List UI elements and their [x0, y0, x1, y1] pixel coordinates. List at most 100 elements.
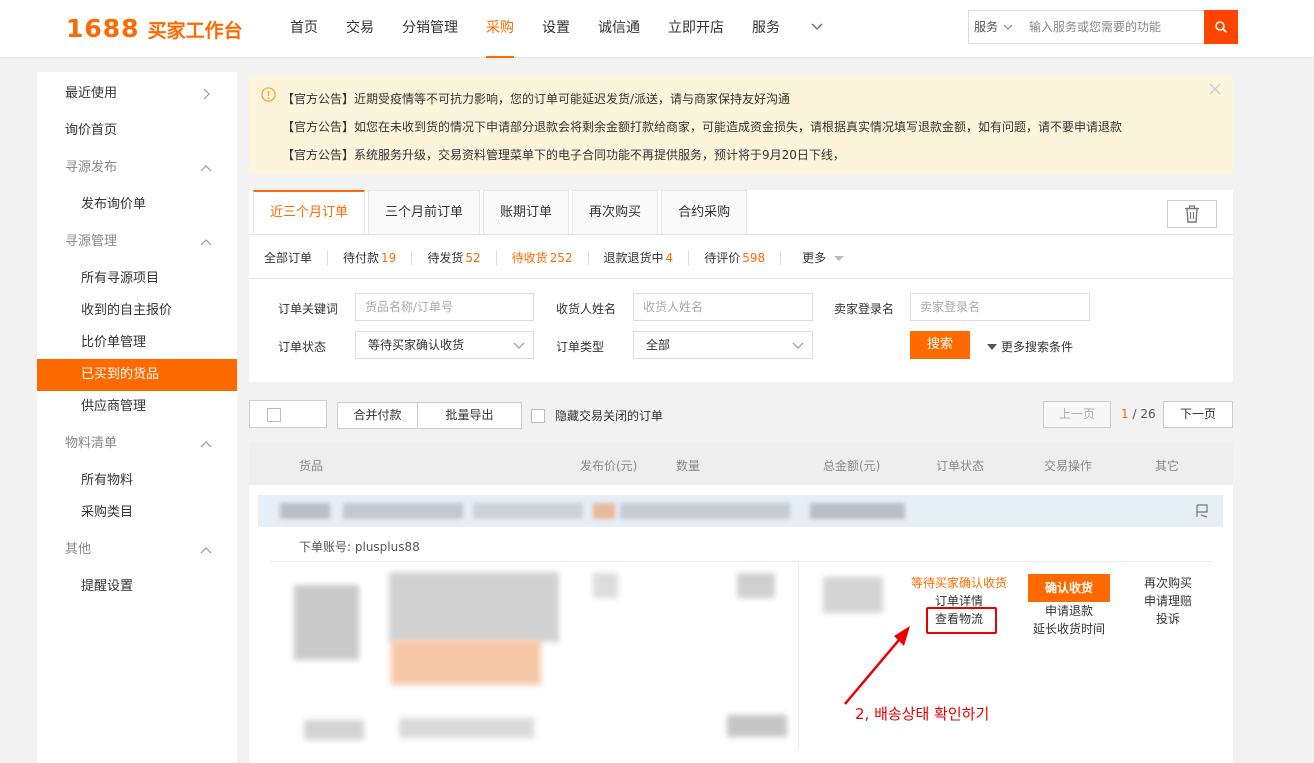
sidebar-group-sourcing-publish[interactable]: 寻源发布: [37, 152, 237, 184]
receiver-input[interactable]: [633, 293, 813, 321]
rebuy-link[interactable]: 再次购买: [1129, 574, 1207, 592]
sidebar-item-compare[interactable]: 比价单管理: [37, 327, 237, 359]
status-label: 全部订单: [264, 251, 313, 265]
order-type-value: 全部: [646, 338, 671, 352]
column-header: 交易操作: [1044, 459, 1093, 473]
product-title[interactable]: [389, 572, 559, 642]
status-refunding[interactable]: 退款退货中 4: [589, 251, 690, 265]
batch-export-button[interactable]: 批量导出: [417, 402, 522, 429]
nav-services[interactable]: 服务: [738, 0, 794, 58]
sidebar-item-recent[interactable]: 最近使用: [37, 78, 237, 110]
account-label: 下单账号:: [299, 540, 352, 554]
nav-open-store[interactable]: 立即开店: [654, 0, 738, 58]
confirm-receipt-button[interactable]: 确认收货: [1028, 574, 1110, 602]
search-button[interactable]: [1204, 10, 1238, 44]
column-header: 总金额(元): [823, 459, 881, 473]
merge-pay-button[interactable]: 合并付款: [337, 402, 418, 429]
sidebar-group-sourcing-manage[interactable]: 寻源管理: [37, 226, 237, 258]
order-filter-panel: 近三个月订单 三个月前订单 账期订单 再次购买 合约采购 全部订单 待付款 19 …: [249, 190, 1233, 382]
sidebar: 最近使用 询价首页 寻源发布 发布询价单 寻源管理 所有寻源项目 收到的自主报价…: [37, 72, 237, 763]
sidebar-item-label: 比价单管理: [81, 335, 147, 350]
sidebar-item-suppliers[interactable]: 供应商管理: [37, 391, 237, 423]
order-status-text: 等待买家确认收货: [910, 576, 1007, 590]
nav-distribution[interactable]: 分销管理: [388, 0, 472, 58]
hide-closed-label: 隐藏交易关闭的订单: [555, 409, 664, 423]
keyword-input[interactable]: [355, 293, 534, 321]
sidebar-item-purchased-goods[interactable]: 已买到的货品: [37, 359, 237, 391]
tab-contract-purchase[interactable]: 合约采购: [661, 190, 748, 234]
more-conditions-toggle[interactable]: 更多搜索条件: [987, 338, 1073, 355]
table-header: 货品 发布价(元) 数量 总金额(元) 订单状态 交易操作 其它: [249, 443, 1233, 485]
sidebar-item-purchase-categories[interactable]: 采购类目: [37, 497, 237, 529]
order-status-value: 等待买家确认收货: [368, 338, 465, 352]
extend-receipt-link[interactable]: 延长收货时间: [1019, 620, 1119, 638]
order-tabs: 近三个月订单 三个月前订单 账期订单 再次购买 合约采购: [253, 190, 748, 234]
sidebar-item-all-sourcing[interactable]: 所有寻源项目: [37, 263, 237, 295]
seller-input[interactable]: [910, 293, 1090, 321]
redacted-amount: [823, 577, 883, 613]
view-logistics-link[interactable]: 查看物流: [908, 610, 1010, 628]
status-pending-review[interactable]: 待评价 598: [689, 251, 782, 265]
logo[interactable]: 1688 买家工作台: [66, 14, 243, 43]
announcement-line: 【官方公告】系统服务升级，交易资料管理菜单下的电子合同功能不再提供服务，预计将于…: [282, 148, 845, 162]
search-scope-select[interactable]: 服务: [969, 11, 1025, 43]
nav-home[interactable]: 首页: [276, 0, 332, 58]
status-count: 252: [549, 251, 573, 265]
chevron-down-icon[interactable]: [810, 20, 824, 34]
caret-down-icon: [834, 256, 845, 261]
sidebar-item-label: 采购类目: [81, 505, 134, 520]
order-type-select[interactable]: 全部: [633, 331, 813, 359]
sidebar-item-all-materials[interactable]: 所有物料: [37, 465, 237, 497]
sidebar-item-received-quotes[interactable]: 收到的自主报价: [37, 295, 237, 327]
status-label: 待发货: [427, 251, 464, 265]
recycle-bin-button[interactable]: [1167, 200, 1217, 228]
keyword-label: 订单关键词: [278, 302, 339, 316]
nav-purchase[interactable]: 采购: [472, 0, 528, 58]
nav-trade[interactable]: 交易: [332, 0, 388, 58]
order-detail-link[interactable]: 订单详情: [908, 592, 1010, 610]
search-input[interactable]: [1025, 11, 1204, 43]
sidebar-group-materials[interactable]: 物料清单: [37, 428, 237, 460]
flag-icon[interactable]: [1195, 504, 1209, 518]
other-operations: 再次购买 申请理赔 投诉: [1129, 574, 1207, 628]
sidebar-item-reminder-settings[interactable]: 提醒设置: [37, 571, 237, 603]
redacted-text: [343, 503, 463, 519]
tab-rebuy[interactable]: 再次购买: [572, 190, 659, 234]
sidebar-item-publish-inquiry[interactable]: 发布询价单: [37, 189, 237, 221]
status-label: 退款退货中: [603, 251, 664, 265]
column-header: 其它: [1155, 459, 1180, 473]
product-thumbnail[interactable]: [294, 585, 359, 660]
next-page-button[interactable]: 下一页: [1163, 401, 1233, 428]
complain-link[interactable]: 投诉: [1129, 610, 1207, 628]
close-icon[interactable]: [1209, 83, 1221, 95]
current-page: 1: [1121, 407, 1129, 421]
divider: [269, 561, 1213, 562]
order-status-select[interactable]: 等待买家确认收货: [355, 331, 534, 359]
hide-closed-checkbox[interactable]: 隐藏交易关闭的订单: [531, 407, 663, 424]
tab-older-orders[interactable]: 三个月前订单: [368, 190, 481, 234]
search-orders-button[interactable]: 搜索: [910, 331, 970, 359]
status-count: 598: [742, 251, 766, 265]
sidebar-group-other[interactable]: 其他: [37, 534, 237, 566]
select-all-checkbox[interactable]: [249, 400, 327, 428]
search-bar: 服务: [968, 10, 1238, 44]
status-pending-receipt[interactable]: 待收货 252: [497, 251, 589, 265]
tab-recent-3-months[interactable]: 近三个月订单: [253, 190, 366, 234]
sidebar-item-label: 所有寻源项目: [81, 271, 160, 286]
sidebar-item-inquiry-home[interactable]: 询价首页: [37, 115, 237, 147]
apply-refund-link[interactable]: 申请退款: [1019, 602, 1119, 620]
redacted-quantity: [737, 573, 775, 598]
tab-credit-orders[interactable]: 账期订单: [483, 190, 570, 234]
claim-link[interactable]: 申请理赔: [1129, 592, 1207, 610]
status-all[interactable]: 全部订单: [249, 251, 329, 265]
order-header-row: [258, 495, 1223, 527]
status-count: 52: [465, 251, 481, 265]
status-pending-payment[interactable]: 待付款 19: [328, 251, 413, 265]
nav-chengxintong[interactable]: 诚信通: [584, 0, 654, 58]
logo-number: 1688: [66, 14, 140, 43]
prev-page-button[interactable]: 上一页: [1043, 401, 1111, 428]
status-pending-shipment[interactable]: 待发货 52: [412, 251, 497, 265]
nav-settings[interactable]: 设置: [528, 0, 584, 58]
chevron-up-icon: [200, 441, 212, 448]
status-more[interactable]: 更多: [781, 251, 859, 265]
